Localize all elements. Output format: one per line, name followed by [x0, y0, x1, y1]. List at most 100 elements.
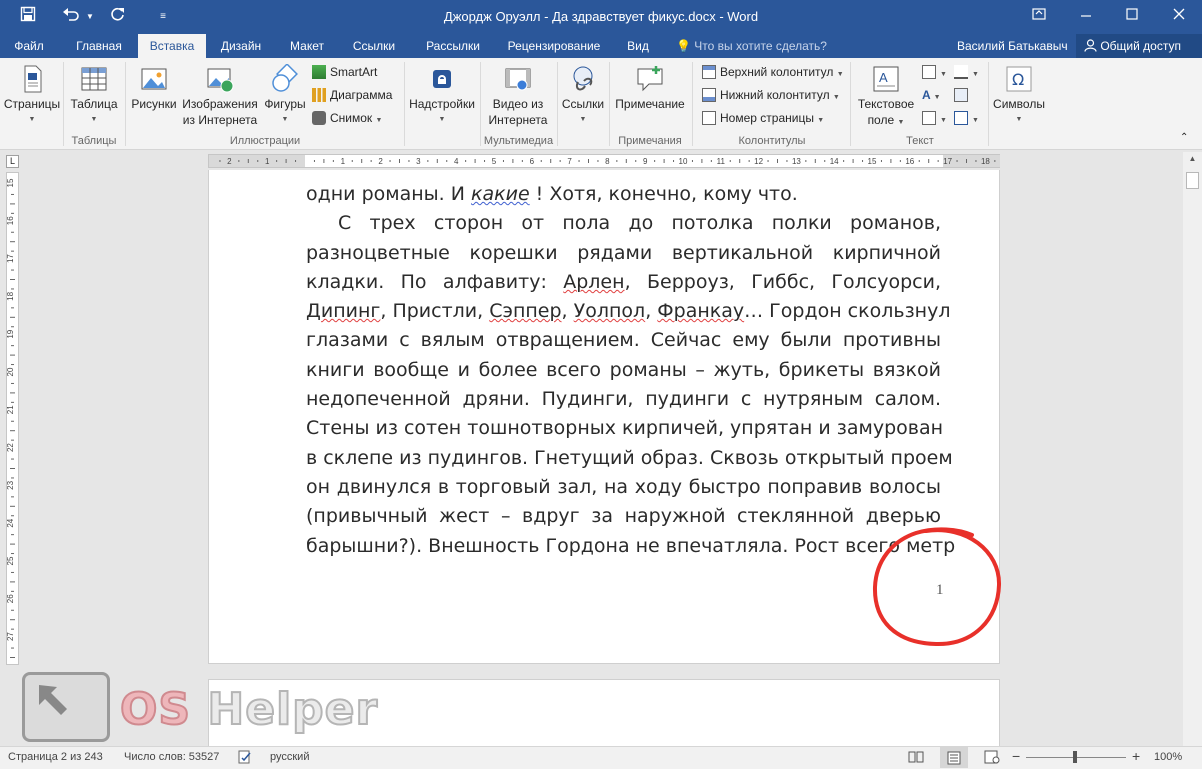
tab-layout[interactable]: Макет [280, 34, 334, 58]
minimize-icon[interactable] [1063, 0, 1109, 34]
addins-button[interactable]: Надстройки ▼ [406, 64, 478, 128]
ruler-tick-label: 3 [416, 157, 421, 166]
ruler-tick-label: 7 [567, 157, 572, 166]
ruler-tick-label: 1 [341, 157, 346, 166]
tab-references[interactable]: Ссылки [342, 34, 406, 58]
ruler-tick-label: 17 [943, 157, 952, 166]
maximize-icon[interactable] [1109, 0, 1155, 34]
page-number-button[interactable]: Номер страницы ▼ [702, 108, 824, 128]
object-icon[interactable]: ▼ [954, 108, 979, 128]
online-video-button[interactable]: Видео из Интернета [482, 64, 554, 128]
share-label: Общий доступ [1100, 39, 1181, 53]
tab-design[interactable]: Дизайн [212, 34, 270, 58]
pages-icon [24, 65, 42, 93]
ruler-tick-label: 14 [830, 157, 839, 166]
footer-button[interactable]: Нижний колонтитул ▼ [702, 85, 840, 105]
misspelled-word: Уолпол [573, 300, 646, 323]
drop-cap-icon[interactable]: ▼ [922, 108, 947, 128]
tab-insert[interactable]: Вставка [138, 34, 206, 58]
tab-home[interactable]: Главная [66, 34, 132, 58]
proofing-icon[interactable] [238, 750, 252, 767]
text-line: одни романы. И какие ! Хотя, конечно, ко… [306, 183, 798, 205]
text-line: (привычный жест – вдруг за наружной стек… [306, 505, 941, 528]
links-label: Ссылки [561, 97, 605, 111]
ruler-tick-label: 5 [492, 157, 497, 166]
shapes-button[interactable]: Фигуры ▼ [260, 64, 310, 128]
screenshot-button[interactable]: Снимок ▼ [312, 108, 382, 128]
tab-selector[interactable]: L [6, 155, 19, 168]
read-mode-icon[interactable] [908, 750, 924, 767]
links-button[interactable]: Ссылки ▼ [559, 64, 607, 128]
smartart-label: SmartArt [330, 65, 378, 79]
vertical-scrollbar[interactable]: ▲ [1183, 152, 1202, 746]
tab-file[interactable]: Файл [6, 34, 52, 58]
vertical-ruler-tick-label: 21 [7, 405, 15, 414]
zoom-in-icon[interactable]: + [1132, 748, 1140, 764]
tab-review[interactable]: Рецензирование [498, 34, 610, 58]
pages-label: Страницы [3, 97, 61, 111]
comment-button[interactable]: Примечание [611, 64, 689, 112]
group-illustrations-label: Иллюстрации [229, 135, 301, 147]
print-layout-icon[interactable] [940, 747, 968, 768]
text-line: кладки. По алфавиту: Арлен, Берроуз, Гиб… [306, 270, 941, 293]
wordart-icon[interactable]: A ▼ [922, 85, 941, 105]
ruler-ticks: 2 1 1 2 3 4 5 6 7 8 9 10 11 12 13 14 15 16 17 18 [219, 157, 996, 166]
language[interactable]: русский [270, 751, 309, 763]
ruler-tick-label: 6 [530, 157, 535, 166]
text-line: разноцветные корешки рядами вертикальной… [306, 241, 941, 264]
restore-icon[interactable] [1016, 0, 1062, 34]
ruler-tick-label: 18 [981, 157, 990, 166]
store-icon [433, 70, 451, 88]
shapes-label: Фигуры [264, 97, 306, 111]
document-body[interactable]: одни романы. И какие ! Хотя, конечно, ко… [306, 180, 956, 561]
symbols-button[interactable]: Ω Символы ▼ [990, 64, 1048, 128]
close-icon[interactable] [1156, 0, 1202, 34]
text-line: книги вообще и более всего романы – жуть… [306, 358, 941, 381]
text-line: барышни?). Внешность Гордона не впечатля… [306, 534, 956, 557]
ruler-tick-label: 2 [378, 157, 383, 166]
online-pictures-button[interactable]: Изображения из Интернета [180, 64, 260, 128]
web-layout-icon[interactable] [984, 750, 1000, 767]
header-button[interactable]: Верхний колонтитул ▼ [702, 62, 844, 82]
tell-me-box[interactable]: 💡 Что вы хотите сделать? [676, 34, 827, 58]
tab-view[interactable]: Вид [618, 34, 658, 58]
chevron-down-icon: ▼ [438, 116, 446, 123]
picture-icon [141, 68, 167, 90]
horizontal-ruler[interactable]: 2 1 1 2 3 4 5 6 7 8 9 10 11 12 13 14 15 16 17 18 [208, 154, 1000, 168]
screenshot-label: Снимок [330, 111, 373, 125]
pages-button[interactable]: Страницы ▼ [2, 64, 62, 128]
chart-button[interactable]: Диаграмма [312, 85, 392, 105]
shapes-icon [272, 64, 298, 92]
tab-mailings[interactable]: Рассылки [414, 34, 492, 58]
chevron-down-icon: ▼ [579, 116, 587, 123]
date-time-icon[interactable] [954, 85, 972, 105]
vertical-ruler-tick-label: 15 [7, 178, 15, 187]
zoom-out-icon[interactable]: − [1012, 748, 1020, 764]
ruler-tick-label: 10 [679, 157, 688, 166]
pictures-button[interactable]: Рисунки [128, 64, 180, 112]
ruler-tick-label: 8 [605, 157, 610, 166]
collapse-ribbon-icon[interactable]: ⌃ [1180, 128, 1188, 148]
zoom-level[interactable]: 100% [1154, 751, 1182, 763]
quick-parts-icon[interactable]: ▼ [922, 62, 947, 82]
user-name[interactable]: Василий Батькавыч [957, 34, 1068, 58]
ruler-tick-label: 12 [754, 157, 763, 166]
share-button[interactable]: Общий доступ [1076, 34, 1202, 58]
text-line: глазами с вялым отвращением. Сейчас ему … [306, 329, 941, 352]
smartart-button[interactable]: SmartArt [312, 62, 377, 82]
chevron-down-icon: ▼ [281, 116, 289, 123]
ribbon: Страницы ▼ Таблица ▼ Таблицы Рисунки Изо… [0, 58, 1202, 150]
page-counter[interactable]: Страница 2 из 243 [8, 751, 103, 763]
table-button[interactable]: Таблица ▼ [66, 64, 122, 128]
signature-line-icon[interactable]: ▼ [954, 62, 979, 82]
zoom-slider-thumb[interactable] [1073, 751, 1077, 763]
scroll-up-icon[interactable]: ▲ [1183, 154, 1202, 168]
scroll-thumb[interactable] [1186, 172, 1199, 189]
textbox-button[interactable]: A Текстовое поле ▼ [852, 64, 920, 131]
word-count[interactable]: Число слов: 53527 [124, 751, 219, 763]
vertical-ruler[interactable]: 15 16 17 18 19 20 21 22 23 24 25 26 27 [6, 172, 19, 665]
group-comments-label: Примечания [618, 135, 682, 147]
footer-label: Нижний колонтитул [720, 88, 830, 102]
vertical-ruler-tick-label: 19 [7, 329, 15, 338]
svg-text:Ω: Ω [1012, 70, 1024, 89]
